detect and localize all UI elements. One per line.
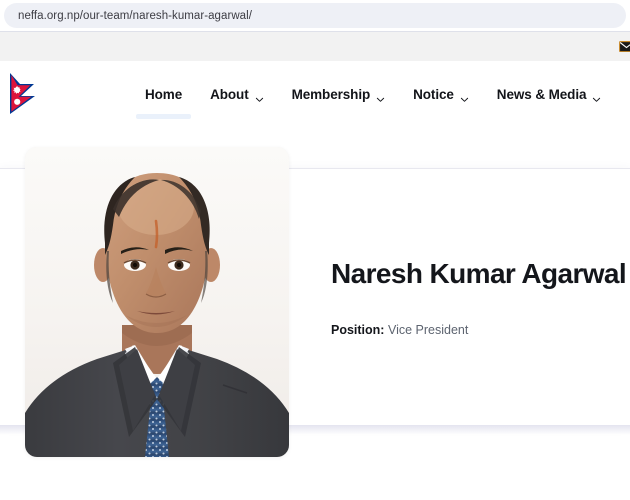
browser-chrome: neffa.org.np/our-team/naresh-kumar-agarw… [0,0,630,31]
mail-icon[interactable] [619,39,630,52]
url-text: neffa.org.np/our-team/naresh-kumar-agarw… [18,9,252,22]
main-navigation: Home About Membership Notice News & Medi… [131,61,615,127]
screenshot-viewport: neffa.org.np/our-team/naresh-kumar-agarw… [0,0,630,500]
nav-item-news-and-media[interactable]: News & Media [483,61,616,127]
position-value: Vice President [387,322,469,337]
chevron-down-icon [255,91,264,102]
utility-icon-group [619,39,630,52]
nav-label-home: Home [145,86,183,102]
url-bar[interactable]: neffa.org.np/our-team/naresh-kumar-agarw… [4,3,626,28]
nav-item-home[interactable]: Home [131,61,196,127]
nepal-flag-logo-icon[interactable] [8,72,42,115]
nav-item-membership[interactable]: Membership [278,61,400,127]
chevron-down-icon [592,91,601,102]
site-header: Home About Membership Notice News & Medi… [0,61,630,127]
site-utility-bar [0,32,630,61]
nav-label-membership: Membership [291,86,371,102]
nav-item-about[interactable]: About [196,61,277,127]
nav-label-news-and-media: News & Media [496,86,587,102]
position-label: Position: [331,322,385,337]
nav-item-notice[interactable]: Notice [399,61,483,127]
profile-details: Naresh Kumar Agarwal Position: Vice Pres… [331,257,630,337]
chevron-down-icon [376,91,385,102]
profile-position: Position: Vice President [331,323,630,337]
chevron-down-icon [460,91,469,102]
page-body: Naresh Kumar Agarwal Position: Vice Pres… [0,127,630,500]
profile-name: Naresh Kumar Agarwal [331,258,627,289]
nav-label-about: About [210,86,249,102]
chrome-divider [0,31,630,32]
profile-photo [25,147,289,457]
nav-label-notice: Notice [413,86,454,102]
